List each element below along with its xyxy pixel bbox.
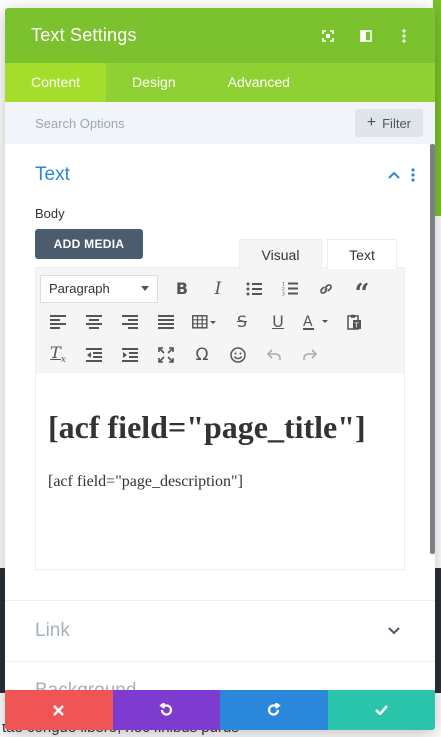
- search-bar: + Filter: [5, 102, 435, 144]
- editor-tab-visual[interactable]: Visual: [239, 239, 322, 269]
- redo-editor-icon[interactable]: [292, 340, 328, 370]
- editor-heading: [acf field="page_title"]: [48, 409, 366, 445]
- bullet-list-icon[interactable]: [236, 274, 272, 304]
- strikethrough-icon[interactable]: S: [224, 307, 260, 337]
- modal-title: Text Settings: [31, 25, 137, 45]
- chevron-down-icon[interactable]: [383, 620, 405, 642]
- format-select-value: Paragraph: [49, 281, 110, 296]
- caret-down-icon: [141, 286, 149, 291]
- tab-design[interactable]: Design: [106, 63, 202, 102]
- format-select[interactable]: Paragraph: [40, 274, 158, 303]
- fullscreen-icon[interactable]: [148, 340, 184, 370]
- editor-tab-text[interactable]: Text: [327, 239, 397, 269]
- emoticon-icon[interactable]: [220, 340, 256, 370]
- clear-formatting-icon[interactable]: Tx: [40, 340, 76, 370]
- save-button[interactable]: [327, 690, 435, 730]
- settings-scroll-area[interactable]: Text Body ADD MEDIA Visual Text Paragrap…: [5, 144, 435, 690]
- underline-icon[interactable]: U: [260, 307, 296, 337]
- paste-as-text-icon[interactable]: T: [336, 307, 372, 337]
- blockquote-icon[interactable]: “: [344, 274, 380, 307]
- align-center-icon[interactable]: [76, 307, 112, 337]
- editor-paragraph: [acf field="page_description"]: [48, 473, 243, 490]
- link-section-header[interactable]: Link: [5, 601, 435, 661]
- background-section-title: Background: [35, 680, 405, 690]
- toolbar-row-3: Tx Ω: [40, 338, 400, 371]
- align-right-icon[interactable]: [112, 307, 148, 337]
- header-icons: [309, 21, 423, 51]
- text-color-icon[interactable]: A: [296, 307, 336, 337]
- svg-text:A: A: [303, 314, 313, 330]
- more-vertical-icon[interactable]: [385, 21, 423, 51]
- toolbar-row-2: S U A T: [40, 305, 400, 338]
- background-section-header[interactable]: Background: [5, 662, 435, 690]
- search-input[interactable]: [35, 115, 355, 131]
- redo-button[interactable]: [220, 690, 328, 730]
- text-section-header[interactable]: Text: [5, 144, 435, 206]
- indent-icon[interactable]: [112, 340, 148, 370]
- align-left-icon[interactable]: [40, 307, 76, 337]
- chevron-up-icon[interactable]: [383, 164, 405, 186]
- bold-icon[interactable]: B: [164, 274, 200, 304]
- link-icon[interactable]: [308, 274, 344, 304]
- tab-advanced[interactable]: Advanced: [202, 63, 316, 102]
- cancel-button[interactable]: [5, 690, 113, 730]
- check-icon: [374, 705, 388, 715]
- outdent-icon[interactable]: [76, 340, 112, 370]
- close-icon: [53, 704, 65, 716]
- page-top-line: [0, 0, 441, 3]
- undo-editor-icon[interactable]: [256, 340, 292, 370]
- modal-header: Text Settings: [5, 8, 435, 63]
- split-view-icon[interactable]: [347, 21, 385, 51]
- add-media-button[interactable]: ADD MEDIA: [35, 229, 143, 259]
- tab-content[interactable]: Content: [5, 63, 107, 102]
- modal-footer: [5, 690, 435, 730]
- undo-icon: [159, 703, 173, 716]
- expand-icon[interactable]: [309, 21, 347, 51]
- svg-text:3: 3: [282, 292, 285, 297]
- text-section-title: Text: [35, 164, 70, 185]
- align-justify-icon[interactable]: [148, 307, 184, 337]
- filter-button[interactable]: + Filter: [354, 109, 423, 137]
- text-settings-modal: Text Settings Content Design Advanced + …: [5, 8, 435, 730]
- svg-text:T: T: [353, 321, 359, 329]
- rich-text-editor: Paragraph B I 123 “ S U A T Tx Ω [acf fi…: [35, 267, 405, 570]
- toolbar-row-1: Paragraph B I 123 “: [40, 272, 400, 307]
- special-character-icon[interactable]: Ω: [184, 340, 220, 370]
- table-icon[interactable]: [184, 307, 224, 337]
- settings-tabs: Content Design Advanced: [5, 63, 435, 102]
- media-row: ADD MEDIA Visual Text: [5, 229, 435, 269]
- scrollbar[interactable]: [430, 144, 435, 554]
- numbered-list-icon[interactable]: 123: [272, 274, 308, 304]
- italic-icon[interactable]: I: [200, 274, 236, 304]
- body-label: Body: [35, 206, 65, 221]
- plus-icon: +: [366, 114, 377, 131]
- section-more-icon[interactable]: [405, 164, 421, 186]
- redo-icon: [267, 703, 281, 716]
- editor-content[interactable]: [acf field="page_title"] [acf field="pag…: [36, 373, 404, 569]
- undo-button[interactable]: [112, 690, 220, 730]
- filter-label: Filter: [382, 115, 411, 131]
- link-section-title: Link: [35, 620, 70, 641]
- editor-toolbar: Paragraph B I 123 “ S U A T Tx Ω: [36, 268, 404, 373]
